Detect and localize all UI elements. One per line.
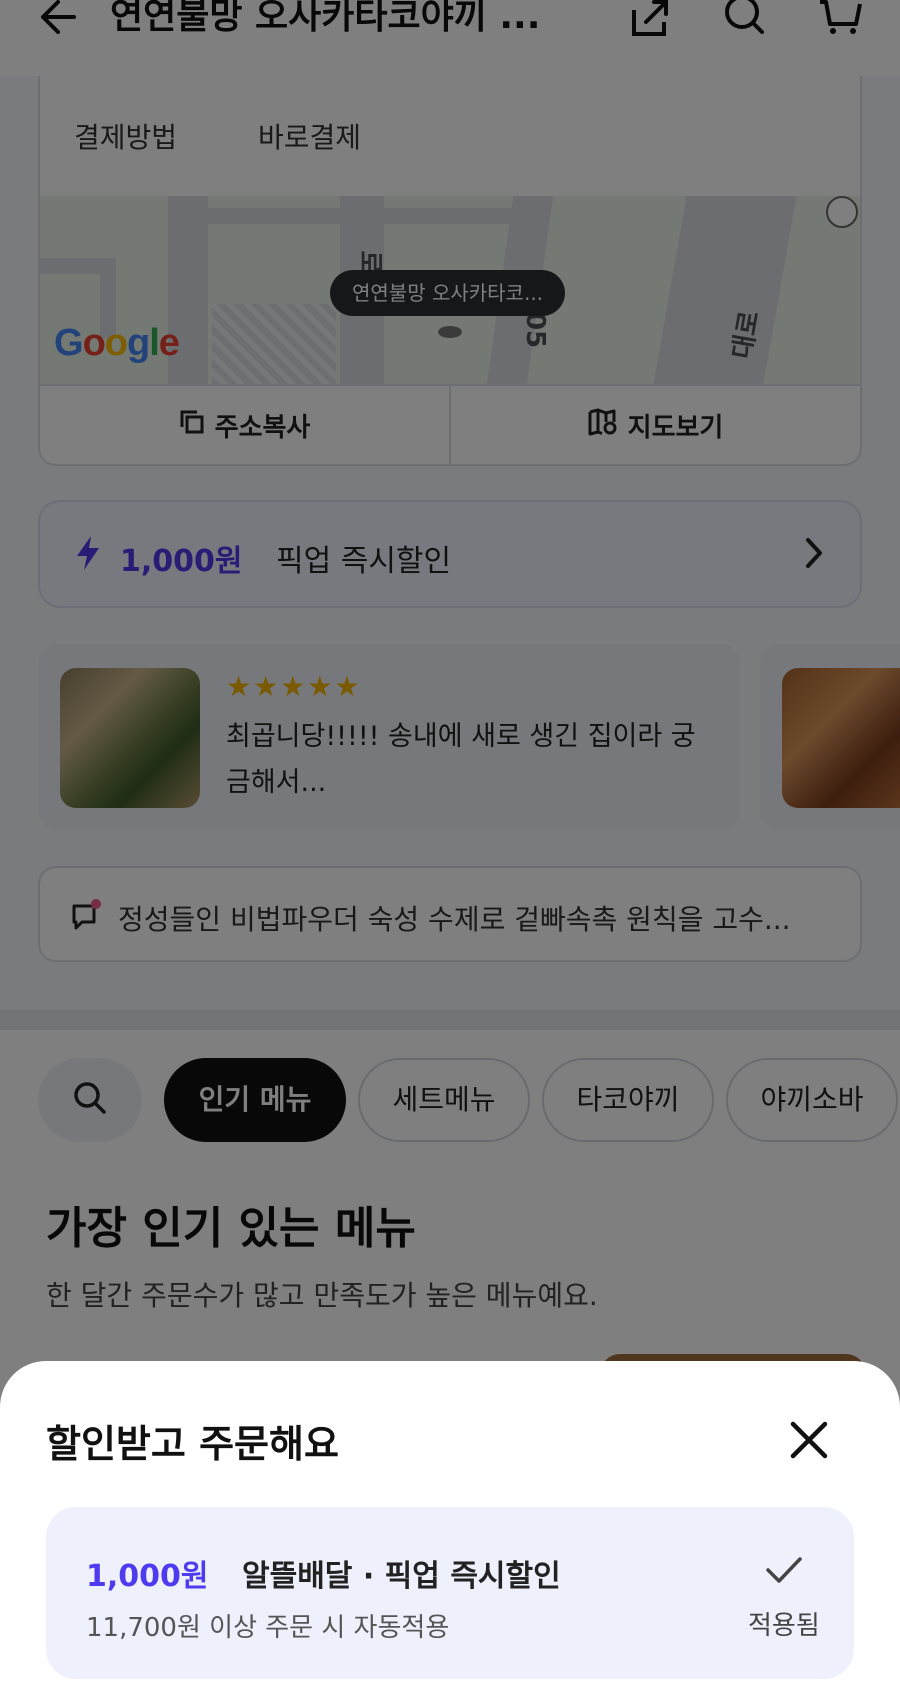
- offer-status: 적용됨: [748, 1611, 820, 1641]
- discount-offer-card[interactable]: 1,000원 알뜰배달 · 픽업 즉시할인 11,700원 이상 주문 시 자동…: [46, 1507, 854, 1679]
- sheet-title: 할인받고 주문해요: [46, 1422, 339, 1466]
- store-page: 연연불망 오사카타코야끼 ... 결제방법 바로결제 로19 205 대로 연연…: [0, 0, 900, 1699]
- close-icon[interactable]: [786, 1417, 832, 1463]
- discount-bottom-sheet: 할인받고 주문해요 1,000원 알뜰배달 · 픽업 즉시할인 11,700원 …: [0, 1361, 900, 1699]
- check-icon: [764, 1555, 804, 1585]
- offer-name: 알뜰배달 · 픽업 즉시할인: [242, 1559, 561, 1594]
- offer-condition: 11,700원 이상 주문 시 자동적용: [86, 1613, 450, 1643]
- offer-amount: 1,000원: [86, 1559, 209, 1594]
